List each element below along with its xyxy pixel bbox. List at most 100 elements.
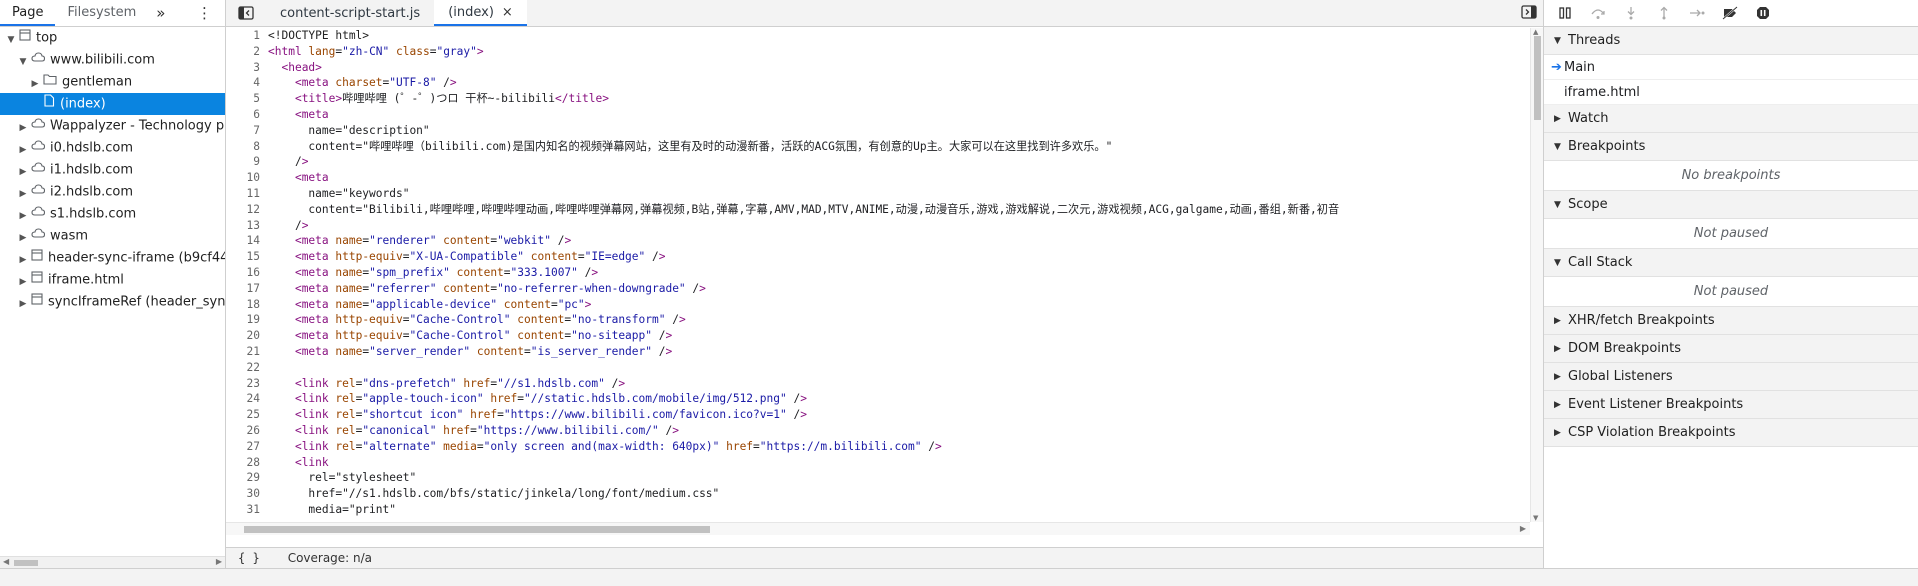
code-line[interactable]: 5 <title>哔哩哔哩 (゜-゜)つロ 干杯~-bilibili</titl… [226,91,1530,107]
code-line[interactable]: 23 <link rel="dns-prefetch" href="//s1.h… [226,376,1530,392]
code-line[interactable]: 17 <meta name="referrer" content="no-ref… [226,281,1530,297]
code-line[interactable]: 16 <meta name="spm_prefix" content="333.… [226,265,1530,281]
code-line[interactable]: 11 name="keywords" [226,186,1530,202]
line-number[interactable]: 5 [226,91,268,107]
expand-arrow-icon[interactable]: ▶ [18,227,28,248]
code-line[interactable]: 9 /> [226,154,1530,170]
expand-arrow-icon[interactable]: ▶ [30,73,40,94]
scroll-up-icon[interactable]: ▲ [1533,28,1538,36]
pause-icon[interactable] [1554,2,1576,24]
step-icon[interactable] [1686,2,1708,24]
expand-arrow-icon[interactable]: ▶ [18,205,28,226]
line-number[interactable]: 16 [226,265,268,281]
line-number[interactable]: 3 [226,60,268,76]
tree-item[interactable]: ▶ s1.hdslb.com [0,203,225,225]
line-number[interactable]: 28 [226,455,268,471]
toggle-debugger-icon[interactable] [1521,5,1537,22]
line-number[interactable]: 21 [226,344,268,360]
tree-item[interactable]: ▶ syncIframeRef (header_sync) [0,291,225,313]
code-line[interactable]: 2 <html lang="zh-CN" class="gray"> [226,44,1530,60]
tab-page[interactable]: Page [0,0,56,26]
expand-arrow-icon[interactable]: ▶ [18,139,28,160]
watch-section-header[interactable]: ▶ Watch [1544,105,1918,133]
expand-arrow-icon[interactable]: ▶ [18,161,28,182]
line-number[interactable]: 4 [226,75,268,91]
code-line[interactable]: 24 <link rel="apple-touch-icon" href="//… [226,391,1530,407]
callstack-section-header[interactable]: ▼ Call Stack [1544,249,1918,277]
line-number[interactable]: 25 [226,407,268,423]
scrollbar-thumb[interactable] [14,560,38,566]
thread-main[interactable]: ➔ Main [1544,55,1918,80]
code-line[interactable]: 31 media="print" [226,502,1530,518]
step-out-icon[interactable] [1653,2,1675,24]
code-line[interactable]: 8 content="哔哩哔哩（bilibili.com)是国内知名的视频弹幕网… [226,139,1530,155]
line-number[interactable]: 2 [226,44,268,60]
code-line[interactable]: 1 <!DOCTYPE html> [226,28,1530,44]
code-line[interactable]: 3 <head> [226,60,1530,76]
breakpoints-section-header[interactable]: ▼ Breakpoints [1544,133,1918,161]
line-number[interactable]: 10 [226,170,268,186]
code-line[interactable]: 19 <meta http-equiv="Cache-Control" cont… [226,312,1530,328]
code-line[interactable]: 21 <meta name="server_render" content="i… [226,344,1530,360]
expand-arrow-icon[interactable]: ▶ [18,271,28,292]
deactivate-breakpoints-icon[interactable] [1719,2,1741,24]
code-line[interactable]: 6 <meta [226,107,1530,123]
line-number[interactable]: 14 [226,233,268,249]
expand-arrow-icon[interactable]: ▶ [18,183,28,204]
scroll-left-icon[interactable]: ◀ [3,557,9,566]
line-number[interactable]: 19 [226,312,268,328]
tree-item[interactable]: ▶ i1.hdslb.com [0,159,225,181]
tree-item[interactable]: ▶ iframe.html [0,269,225,291]
code-line[interactable]: 18 <meta name="applicable-device" conten… [226,297,1530,313]
line-number[interactable]: 22 [226,360,268,376]
code-line[interactable]: 10 <meta [226,170,1530,186]
scroll-down-icon[interactable]: ▼ [1533,514,1538,522]
pretty-print-button[interactable]: { } [238,551,260,565]
event-section-header[interactable]: ▶ Event Listener Breakpoints [1544,391,1918,419]
line-number[interactable]: 12 [226,202,268,218]
tree-item[interactable]: ▶ header-sync-iframe (b9cf449 [0,247,225,269]
line-number[interactable]: 24 [226,391,268,407]
line-number[interactable]: 9 [226,154,268,170]
tree-item[interactable]: ▼ www.bilibili.com [0,49,225,71]
scroll-right-icon[interactable]: ▶ [216,557,222,566]
line-number[interactable]: 6 [226,107,268,123]
line-number[interactable]: 31 [226,502,268,518]
code-line[interactable]: 25 <link rel="shortcut icon" href="https… [226,407,1530,423]
tree-item[interactable]: ▶ gentleman [0,71,225,93]
line-number[interactable]: 7 [226,123,268,139]
code-line[interactable]: 20 <meta http-equiv="Cache-Control" cont… [226,328,1530,344]
collapse-arrow-icon[interactable]: ▼ [18,51,28,72]
editor-horizontal-scrollbar[interactable]: ▶ [226,522,1530,535]
pause-on-exceptions-icon[interactable] [1752,2,1774,24]
navigator-horizontal-scrollbar[interactable]: ◀ ▶ [0,556,225,568]
code-line[interactable]: 29 rel="stylesheet" [226,470,1530,486]
line-number[interactable]: 18 [226,297,268,313]
scrollbar-thumb[interactable] [1534,36,1541,120]
editor-tab-content-script[interactable]: content-script-start.js [266,0,434,26]
expand-arrow-icon[interactable]: ▶ [18,293,28,314]
toggle-navigator-icon[interactable] [226,0,266,26]
thread-iframe[interactable]: iframe.html [1544,80,1918,105]
code-line[interactable]: 12 content="Bilibili,哔哩哔哩,哔哩哔哩动画,哔哩哔哩弹幕网… [226,202,1530,218]
step-into-icon[interactable] [1620,2,1642,24]
line-number[interactable]: 17 [226,281,268,297]
threads-section-header[interactable]: ▼ Threads [1544,27,1918,55]
editor-vertical-scrollbar[interactable]: ▲ ▼ [1530,28,1543,522]
editor-tab-index[interactable]: (index) × [434,0,527,26]
code-line[interactable]: 4 <meta charset="UTF-8" /> [226,75,1530,91]
dom-section-header[interactable]: ▶ DOM Breakpoints [1544,335,1918,363]
tree-item[interactable]: ▶ i0.hdslb.com [0,137,225,159]
tree-item[interactable]: ▶ Wappalyzer - Technology pr [0,115,225,137]
line-number[interactable]: 1 [226,28,268,44]
xhr-section-header[interactable]: ▶ XHR/fetch Breakpoints [1544,307,1918,335]
line-number[interactable]: 27 [226,439,268,455]
code-line[interactable]: 30 href="//s1.hdslb.com/bfs/static/jinke… [226,486,1530,502]
code-line[interactable]: 28 <link [226,455,1530,471]
line-number[interactable]: 13 [226,218,268,234]
line-number[interactable]: 8 [226,139,268,155]
tree-item[interactable]: ▼ top [0,27,225,49]
scope-section-header[interactable]: ▼ Scope [1544,191,1918,219]
code-view[interactable]: 1 <!DOCTYPE html> 2 <html lang="zh-CN" clas… [226,28,1530,522]
code-line[interactable]: 27 <link rel="alternate" media="only scr… [226,439,1530,455]
